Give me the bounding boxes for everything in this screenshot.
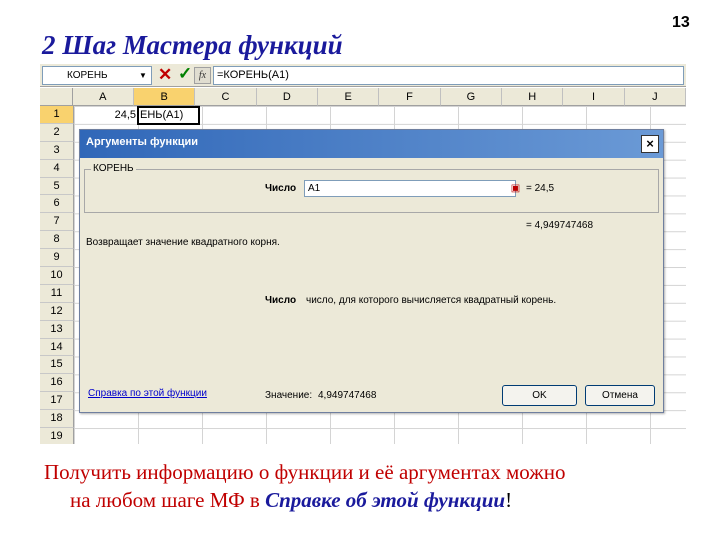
slide-caption: Получить информацию о функции и её аргум… [44,458,704,514]
check-icon[interactable]: ✓ [178,64,192,84]
caption-line-1: Получить информацию о функции и её аргум… [44,460,566,484]
row-header[interactable]: 16 [40,374,74,393]
argument-input[interactable]: A1 [304,180,516,197]
cancel-icon[interactable]: ✕ [158,65,172,85]
column-header-j[interactable]: J [624,88,686,106]
slide-number: 13 [672,14,690,31]
formula-bar: КОРЕНЬ ▼ ✕ ✓ fx =КОРЕНЬ(A1) [40,64,686,87]
row-header[interactable]: 15 [40,356,74,375]
row-header[interactable]: 14 [40,338,74,357]
column-header-b[interactable]: B [133,88,196,106]
row-header[interactable]: 3 [40,141,74,160]
column-header-g[interactable]: G [440,88,503,106]
value-label: Значение: [265,390,313,401]
caption-help-emphasis: Справке об этой функции [265,488,506,512]
function-arguments-dialog: Аргументы функции × КОРЕНЬ Число A1 ▣ = … [79,129,664,413]
insert-function-icon[interactable]: fx [194,67,211,84]
caption-suffix: ! [505,488,513,512]
argument-description-label: Число [265,295,297,306]
dialog-titlebar[interactable]: Аргументы функции × [80,130,663,158]
row-header[interactable]: 6 [40,195,74,214]
row-header[interactable]: 18 [40,410,74,429]
row-header[interactable]: 19 [40,428,74,444]
row-header[interactable]: 4 [40,159,74,178]
dialog-title: Аргументы функции [86,136,198,148]
row-header[interactable]: 17 [40,392,74,411]
argument-description-text: число, для которого вычисляется квадратн… [306,295,557,306]
argument-label: Число [265,183,297,194]
row-header[interactable]: 11 [40,284,74,303]
row-header[interactable]: 5 [40,177,74,196]
help-link[interactable]: Справка по этой функции [88,388,207,399]
column-headers: A B C D E F G H I J [40,88,686,106]
function-group-label: КОРЕНЬ [91,163,136,174]
row-header[interactable]: 1 [40,106,74,124]
row-header[interactable]: 9 [40,249,74,268]
column-header-f[interactable]: F [379,88,441,106]
row-header[interactable]: 10 [40,267,74,285]
row-header[interactable]: 13 [40,320,74,339]
row-header[interactable]: 7 [40,213,74,232]
function-description: Возвращает значение квадратного корня. [86,237,280,248]
cell-b1-active[interactable]: ЕНЬ(A1) [137,106,200,125]
caption-line-2: на любом шаге МФ в Справке об этой функц… [44,486,704,514]
column-header-d[interactable]: D [256,88,318,106]
select-all-corner[interactable] [40,88,73,106]
ok-button[interactable]: OK [502,385,577,406]
row-headers: 1 2 3 4 5 6 7 8 9 10 11 12 13 14 15 16 1… [40,106,74,444]
slide-title: 2 Шаг Мастера функций [42,30,343,60]
column-header-e[interactable]: E [317,88,380,106]
value-text: 4,949747468 [318,390,377,401]
row-header[interactable]: 8 [40,231,74,250]
row-header[interactable]: 12 [40,302,74,321]
collapse-dialog-icon[interactable]: ▣ [508,181,523,196]
function-result: = 4,949747468 [526,220,594,231]
chevron-down-icon[interactable]: ▼ [136,68,150,83]
row-header[interactable]: 2 [40,123,74,142]
formula-input[interactable]: =КОРЕНЬ(A1) [213,66,684,85]
close-icon[interactable]: × [641,135,659,153]
caption-line-2-prefix: на любом шаге МФ в [70,488,266,512]
cancel-button[interactable]: Отмена [585,385,655,406]
column-header-i[interactable]: I [563,88,625,106]
argument-result: = 24,5 [526,183,555,194]
cell-a1[interactable]: 24,5 [75,107,138,124]
column-header-a[interactable]: A [72,88,134,106]
column-header-h[interactable]: H [502,88,564,106]
column-header-c[interactable]: C [195,88,257,106]
